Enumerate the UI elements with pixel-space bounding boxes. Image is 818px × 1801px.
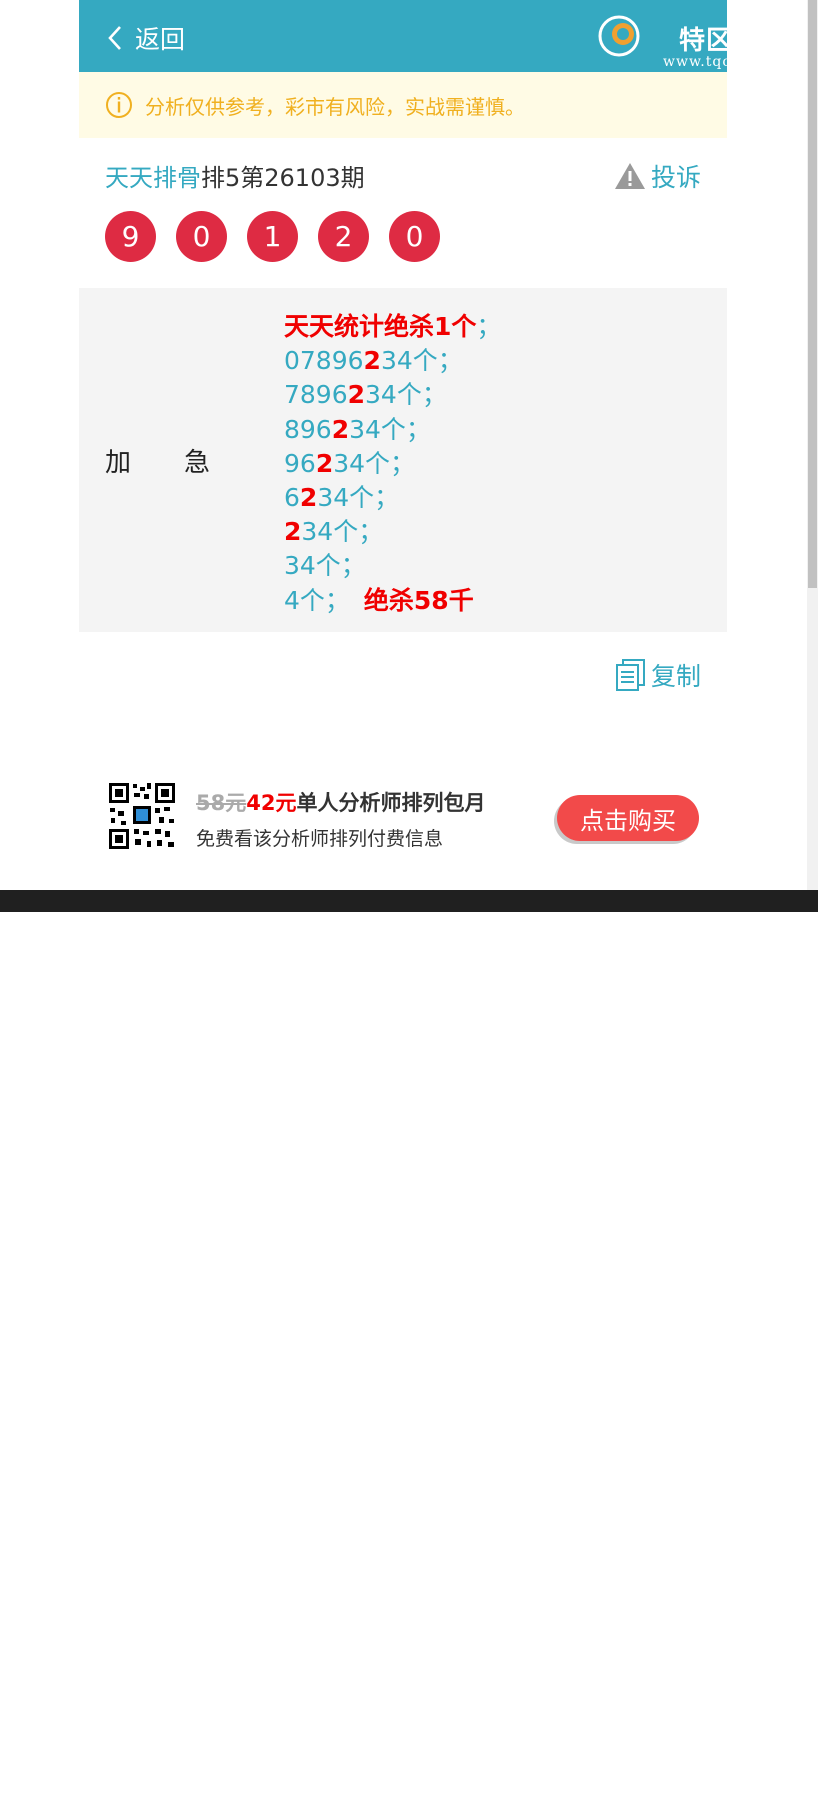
label-ji: 急 xyxy=(184,448,211,478)
issue-title: 天天排骨排5第26103期 xyxy=(105,158,365,193)
number-ball: 2 xyxy=(318,211,369,262)
analysis-line: 4个； 绝杀58千 xyxy=(284,584,501,618)
number-ball: 9 xyxy=(105,211,156,262)
analysis-line: 7896234个； xyxy=(284,378,501,412)
text-segment: 34个； xyxy=(380,346,463,376)
complain-button[interactable]: 投诉 xyxy=(613,158,701,194)
promo-title: 58元42元单人分析师排列包月 xyxy=(196,787,485,817)
number-ball: 0 xyxy=(389,211,440,262)
analysis-line: 96234个； xyxy=(284,447,501,481)
promo-subtitle: 免费看该分析师排列付费信息 xyxy=(196,828,444,850)
analyst-name[interactable]: 天天排骨 xyxy=(105,164,201,192)
risk-notice: 分析仅供参考，彩市有风险，实战需谨慎。 xyxy=(79,72,727,138)
promo-banner: 58元42元单人分析师排列包月 免费看该分析师排列付费信息 点击购买 xyxy=(107,781,707,853)
taskbar-clock: 7:22 xyxy=(657,1781,696,1801)
analysis-lines: 天天统计绝杀1个； 07896234个； 7896234个； 896234个； 9623… xyxy=(284,310,501,618)
text-segment: 96 xyxy=(284,448,316,478)
highlight-segment: 天天统计绝杀1个 xyxy=(284,312,477,341)
number-ball: 1 xyxy=(247,211,298,262)
highlight-segment: 2 xyxy=(347,380,366,410)
analysis-line: 天天统计绝杀1个； xyxy=(284,310,501,344)
draw-numbers: 90120 xyxy=(105,211,460,262)
copy-label: 复制 xyxy=(650,662,701,691)
old-price: 58元 xyxy=(196,791,247,815)
vertical-scrollbar[interactable] xyxy=(807,0,818,890)
analysis-content: 加 急 天天统计绝杀1个； 07896234个； 7896234个； 896234个；… xyxy=(79,288,727,632)
text-segment: 34个； xyxy=(284,551,366,581)
highlight-segment: 绝杀58千 xyxy=(363,585,474,615)
chevron-left-icon xyxy=(108,26,121,50)
back-label: 返回 xyxy=(135,25,186,54)
site-logo: 特区彩票网 www.tqcp.net xyxy=(597,10,818,70)
text-segment: 34个； xyxy=(349,414,431,444)
complain-label: 投诉 xyxy=(650,163,701,192)
copy-icon xyxy=(615,659,645,691)
analysis-line: 896234个； xyxy=(284,413,501,447)
notice-text: 分析仅供参考，彩市有风险，实战需谨慎。 xyxy=(145,94,525,119)
analysis-line: 234个； xyxy=(284,515,501,549)
text-segment: 7896 xyxy=(284,380,348,410)
os-taskbar: 7:22 xyxy=(0,890,818,1801)
logo-url: www.tqcp.net xyxy=(663,54,773,70)
top-header: 返回 特区彩票网 www.tqcp.net xyxy=(79,0,813,72)
issue-title-row: 天天排骨排5第26103期 投诉 xyxy=(105,158,701,194)
analysis-line: 6234个； xyxy=(284,481,501,515)
page: 返回 特区彩票网 www.tqcp.net 分析仅供参考，彩市有风险，实战需谨慎… xyxy=(79,0,813,890)
text-segment: 896 xyxy=(284,414,332,444)
qr-code-icon xyxy=(107,781,177,851)
highlight-segment: 2 xyxy=(284,517,302,547)
logo-text: 特区彩票网 xyxy=(679,26,815,56)
buy-button[interactable]: 点击购买 xyxy=(557,795,699,841)
back-button[interactable]: 返回 xyxy=(105,18,185,58)
text-segment: 6 xyxy=(284,483,300,513)
text-segment: 34个； xyxy=(301,517,384,547)
copy-button[interactable]: 复制 xyxy=(615,657,701,693)
highlight-segment: 2 xyxy=(331,414,350,444)
analysis-line: 07896234个； xyxy=(284,344,501,378)
promo-title-text: 单人分析师排列包月 xyxy=(296,791,486,815)
info-icon xyxy=(106,92,132,118)
issue-number: 排5第26103期 xyxy=(201,164,365,192)
highlight-segment: 2 xyxy=(315,448,334,478)
text-segment: 07896 xyxy=(284,346,364,376)
text-segment: ； xyxy=(476,312,502,341)
text-segment: 34个； xyxy=(365,380,447,410)
highlight-segment: 2 xyxy=(363,346,381,376)
highlight-segment: 2 xyxy=(299,483,318,513)
scrollbar-thumb[interactable] xyxy=(808,0,817,588)
warning-icon xyxy=(614,163,645,189)
label-jia: 加 xyxy=(105,448,132,478)
text-segment: 34个； xyxy=(317,483,400,513)
new-price: 42元 xyxy=(246,791,297,815)
logo-swirl-icon xyxy=(598,15,640,57)
text-segment: 4个； xyxy=(284,585,350,615)
text-segment: 34个； xyxy=(333,448,416,478)
number-ball: 0 xyxy=(176,211,227,262)
analysis-line: 34个； xyxy=(284,549,501,583)
